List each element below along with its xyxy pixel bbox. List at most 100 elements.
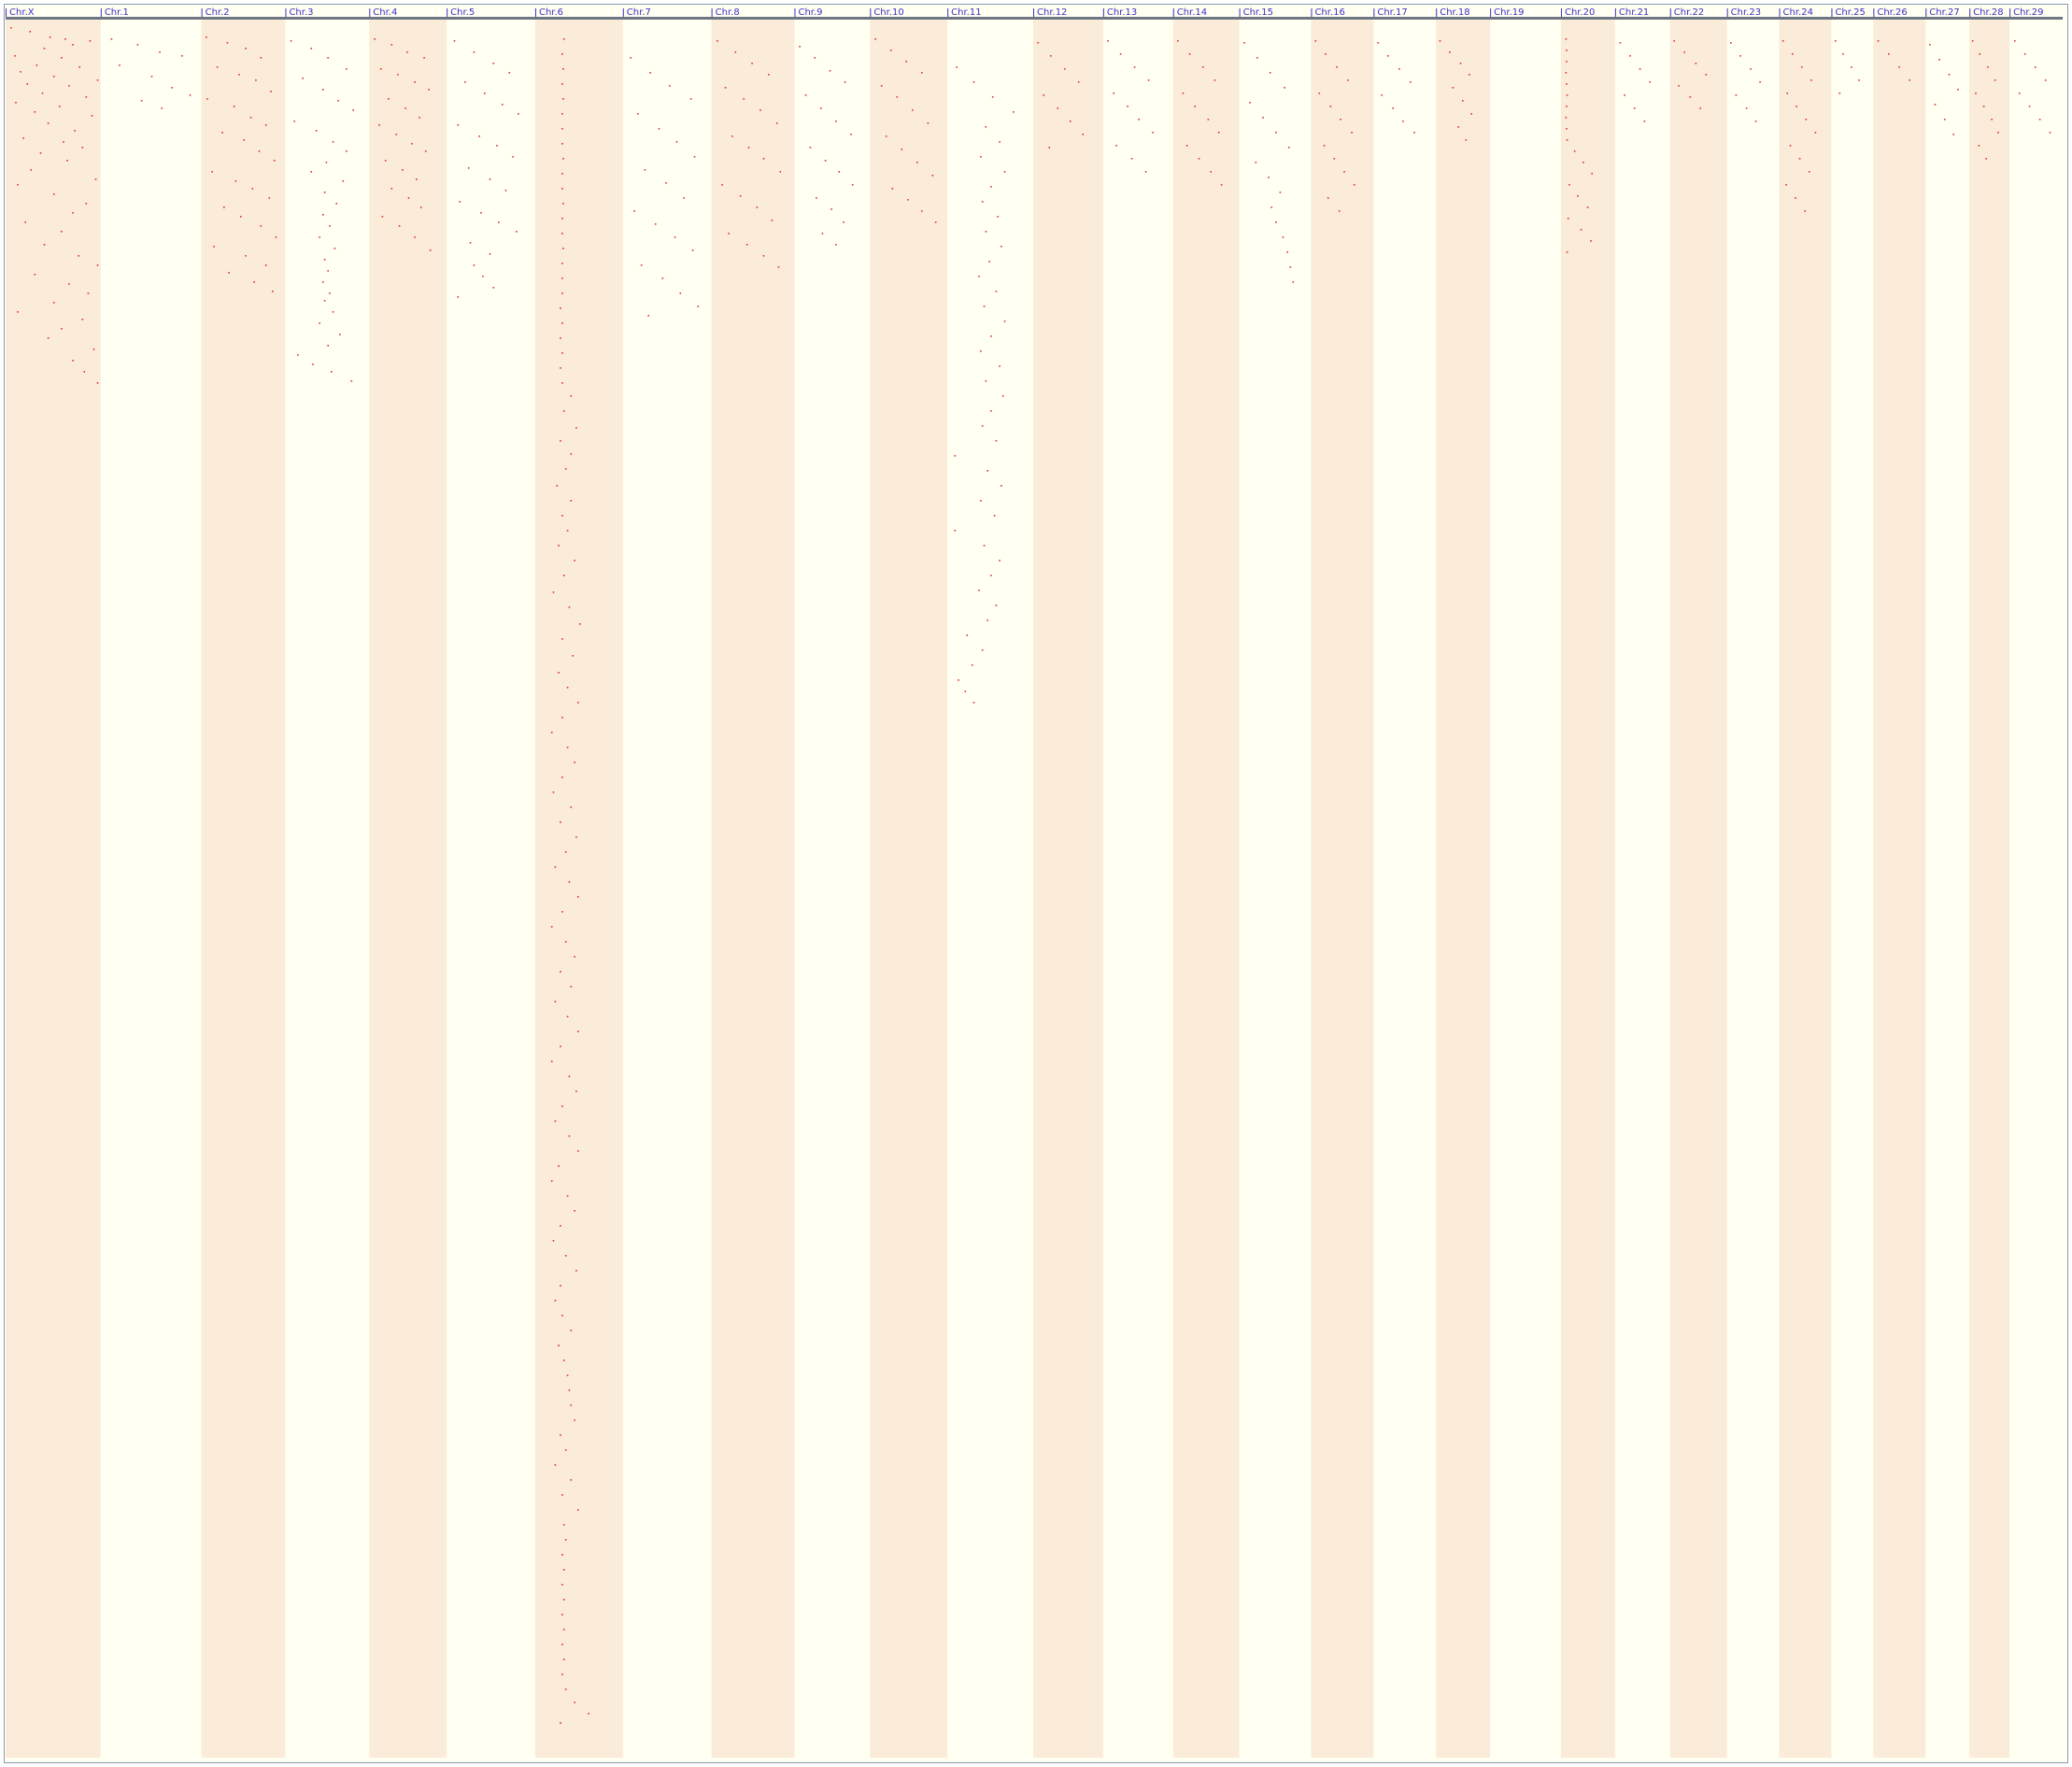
marker-point (561, 515, 563, 517)
marker-point (334, 248, 336, 249)
marker-point (379, 68, 382, 70)
marker-point (211, 171, 213, 173)
marker-point (1243, 42, 1245, 44)
marker-point (958, 679, 959, 681)
marker-point (496, 145, 498, 147)
marker-point (901, 149, 903, 150)
chromosome-label: Chr.13 (1107, 7, 1137, 18)
marker-point (1077, 81, 1080, 83)
marker-point (1948, 74, 1951, 76)
marker-point (473, 51, 475, 53)
marker-point (990, 186, 992, 188)
marker-point (570, 1330, 573, 1332)
marker-point (1001, 246, 1002, 248)
marker-point (335, 203, 337, 205)
marker-point (119, 64, 121, 66)
marker-point (1971, 40, 1974, 42)
marker-point (1586, 207, 1589, 208)
marker-point (1188, 53, 1191, 55)
marker-point (26, 83, 28, 85)
marker-point (378, 124, 380, 126)
marker-point (96, 264, 99, 266)
marker-point (721, 184, 723, 186)
marker-point (768, 74, 770, 76)
marker-point (342, 180, 345, 182)
marker-point (560, 337, 561, 339)
marker-point (1629, 55, 1631, 57)
marker-point (995, 291, 998, 292)
marker-point (814, 57, 816, 59)
band-chr-20 (1560, 20, 1615, 1758)
marker-point (1402, 121, 1404, 122)
marker-point (85, 96, 88, 98)
marker-point (561, 53, 563, 55)
marker-point (574, 1702, 575, 1703)
marker-point (820, 107, 822, 109)
marker-point (1568, 184, 1570, 186)
chromosome-label: Chr.23 (1731, 7, 1761, 18)
marker-point (78, 255, 79, 257)
marker-point (568, 1076, 571, 1077)
marker-point (1624, 94, 1625, 96)
marker-point (245, 48, 247, 50)
marker-point (233, 106, 235, 107)
marker-point (81, 319, 84, 321)
marker-point (1858, 79, 1860, 81)
marker-point (346, 68, 348, 70)
marker-point (927, 122, 930, 124)
marker-point (550, 732, 553, 734)
band-chr-13 (1102, 20, 1173, 1758)
marker-point (467, 167, 470, 169)
marker-point (561, 263, 563, 264)
marker-point (907, 199, 909, 201)
marker-point (381, 216, 384, 218)
marker-point (552, 1240, 555, 1242)
marker-point (150, 76, 153, 78)
marker-point (1750, 68, 1752, 70)
marker-point (550, 926, 553, 928)
marker-point (1573, 150, 1576, 152)
marker-point (566, 530, 569, 532)
marker-point (1469, 74, 1470, 76)
marker-point (1978, 145, 1980, 147)
marker-point (59, 106, 61, 107)
marker-point (1336, 66, 1338, 68)
marker-point (518, 113, 519, 115)
marker-point (568, 1389, 571, 1391)
marker-point (985, 231, 987, 233)
marker-point (829, 70, 831, 72)
marker-point (1934, 104, 1937, 106)
marker-point (1210, 171, 1212, 173)
marker-point (891, 188, 894, 190)
marker-point (647, 315, 649, 317)
marker-point (1985, 158, 1987, 160)
marker-point (1792, 53, 1794, 55)
chromosome-label: Chr.16 (1314, 7, 1344, 18)
marker-point (1269, 72, 1271, 74)
marker-point (556, 485, 559, 487)
marker-point (87, 292, 90, 294)
marker-point (566, 1016, 569, 1018)
marker-point (1754, 121, 1757, 122)
marker-point (661, 278, 664, 279)
marker-point (771, 220, 773, 221)
marker-point (34, 111, 36, 113)
marker-point (1275, 221, 1277, 223)
marker-point (1133, 66, 1136, 68)
marker-point (1673, 40, 1675, 42)
marker-point (821, 233, 824, 235)
marker-point (1835, 40, 1837, 42)
marker-point (570, 395, 573, 397)
marker-point (588, 1713, 589, 1715)
marker-point (140, 100, 143, 102)
marker-point (552, 791, 555, 793)
marker-point (1255, 162, 1257, 164)
band-chr-9 (794, 20, 871, 1758)
marker-point (72, 44, 74, 46)
marker-point (414, 236, 416, 238)
marker-point (1413, 132, 1415, 134)
marker-point (1457, 126, 1459, 128)
marker-point (572, 655, 574, 657)
marker-point (554, 1120, 557, 1122)
marker-point (577, 1509, 579, 1511)
